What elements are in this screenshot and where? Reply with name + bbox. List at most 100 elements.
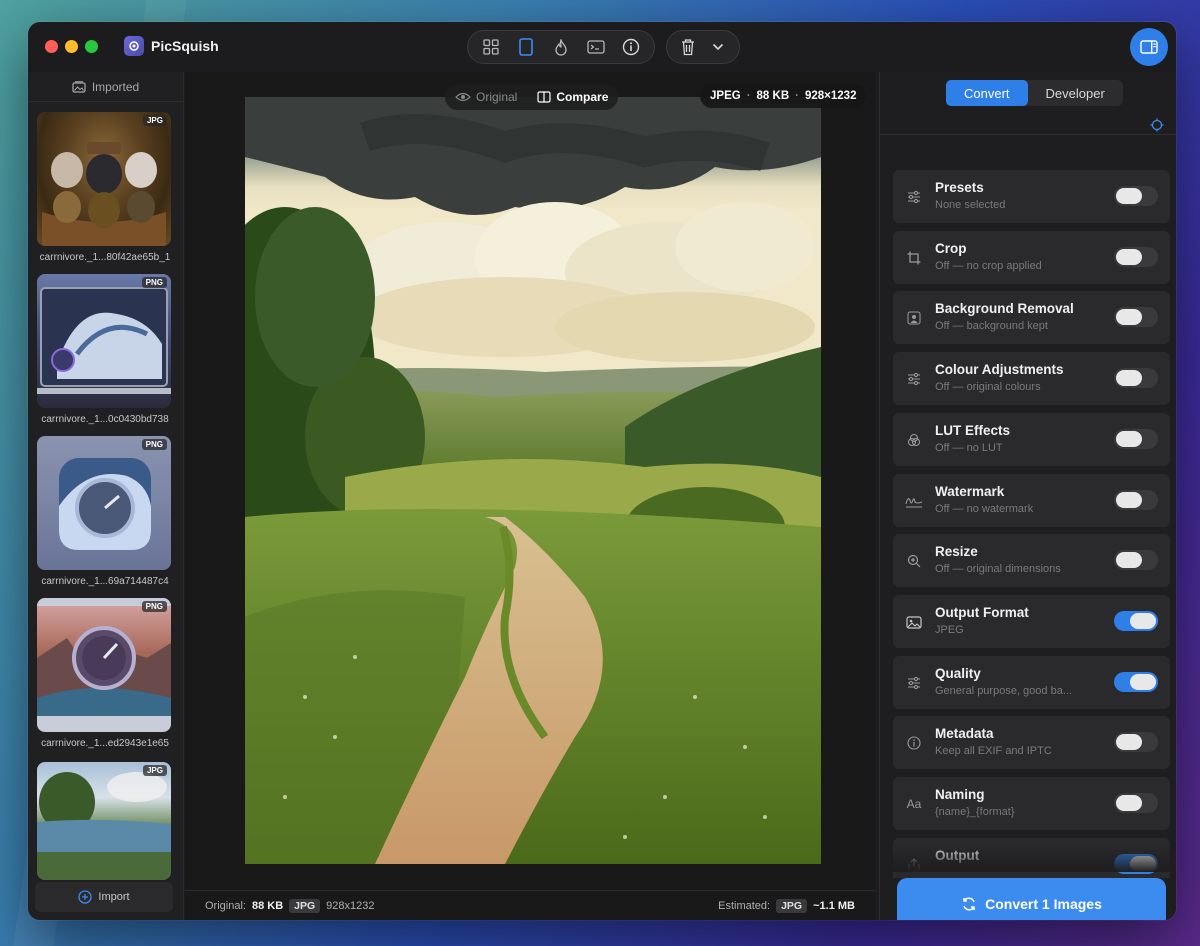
setting-toggle[interactable] bbox=[1114, 793, 1158, 813]
single-view-button[interactable] bbox=[509, 32, 544, 62]
setting-toggle[interactable] bbox=[1114, 671, 1158, 692]
close-window-button[interactable] bbox=[45, 40, 58, 53]
eye-icon bbox=[455, 92, 471, 102]
format-badge: JPG bbox=[142, 115, 167, 126]
setting-colour-adjustments[interactable]: Colour Adjustments Off — original colours bbox=[893, 352, 1170, 406]
setting-metadata[interactable]: Metadata Keep all EXIF and IPTC bbox=[893, 716, 1170, 770]
zoom-window-button[interactable] bbox=[85, 40, 98, 53]
grid-icon bbox=[483, 39, 500, 55]
single-view-icon bbox=[519, 38, 533, 56]
convert-button[interactable]: Convert 1 Images bbox=[897, 878, 1166, 920]
setting-toggle[interactable] bbox=[1114, 368, 1158, 389]
image-list-item[interactable]: JPG carrnivore._1...80f42ae65b_1 bbox=[35, 112, 175, 263]
setting-toggle[interactable] bbox=[1114, 307, 1158, 328]
setting-output-format[interactable]: Output Format JPEG bbox=[893, 594, 1170, 648]
toggle-knob bbox=[1116, 370, 1142, 387]
chevron-down-icon bbox=[713, 43, 724, 51]
toggle-knob bbox=[1116, 188, 1142, 204]
setting-resize[interactable]: Resize Off — original dimensions bbox=[893, 534, 1170, 588]
image-list-item[interactable]: PNG carrnivore._1...ed2943e1e65 bbox=[35, 598, 175, 749]
grid-view-button[interactable] bbox=[474, 32, 509, 62]
setting-title: LUT Effects bbox=[935, 422, 1011, 438]
setting-title: Output Format bbox=[935, 604, 1029, 620]
divider bbox=[880, 134, 1176, 135]
info-button[interactable] bbox=[613, 32, 648, 62]
setting-subtitle: Off — no watermark bbox=[935, 502, 1034, 515]
sidebar-toggle-button[interactable] bbox=[1130, 28, 1168, 66]
setting-subtitle: {name}_{format} bbox=[935, 806, 1015, 818]
flame-icon bbox=[555, 38, 567, 56]
original-view-button[interactable]: Original bbox=[445, 84, 527, 110]
sliders-icon bbox=[905, 674, 923, 692]
format-badge: PNG bbox=[141, 601, 167, 612]
image-preview[interactable] bbox=[245, 97, 821, 864]
original-dimensions: 928x1232 bbox=[326, 899, 375, 912]
original-label: Original bbox=[476, 90, 518, 104]
crop-icon bbox=[905, 249, 923, 267]
imported-header: Imported bbox=[28, 72, 183, 102]
app-logo-icon bbox=[124, 36, 144, 56]
app-window: PicSquish Imported JPG carrnivore._1...8… bbox=[28, 22, 1176, 920]
terminal-button[interactable] bbox=[578, 32, 613, 62]
image-meta-badge: JPEG · 88 KB · 928×1232 bbox=[700, 84, 867, 108]
setting-lut-effects[interactable]: LUT Effects Off — no LUT bbox=[893, 412, 1170, 466]
image-list-item[interactable]: PNG carrnivore._1...69a714487c4 bbox=[35, 436, 175, 587]
setting-naming[interactable]: Aa Naming {name}_{format} bbox=[893, 777, 1170, 830]
setting-subtitle: Keep all EXIF and IPTC bbox=[935, 745, 1052, 758]
toggle-knob bbox=[1116, 734, 1142, 751]
setting-toggle[interactable] bbox=[1114, 186, 1158, 206]
setting-subtitle: Off — background kept bbox=[935, 320, 1048, 333]
plus-circle-icon bbox=[78, 890, 93, 904]
delete-button[interactable] bbox=[673, 32, 704, 62]
toggle-knob bbox=[1116, 795, 1142, 811]
meta-size: 88 KB bbox=[756, 90, 790, 102]
original-info: Original: 88 KB JPG 928x1232 bbox=[205, 898, 375, 913]
toggle-knob bbox=[1116, 491, 1142, 508]
image-list-item[interactable]: PNG carrnivore._1...0c0430bd738 bbox=[35, 274, 175, 425]
mode-segmented-control: Convert Developer bbox=[946, 80, 1123, 106]
original-size: 88 KB bbox=[251, 899, 284, 912]
thumbnail: JPG bbox=[37, 762, 171, 880]
status-bar: Original: 88 KB JPG 928x1232 Estimated: … bbox=[185, 890, 875, 920]
estimated-size: ~1.1 MB bbox=[813, 899, 855, 912]
setting-toggle[interactable] bbox=[1114, 246, 1158, 267]
setting-quality[interactable]: Quality General purpose, good ba... bbox=[893, 655, 1170, 709]
setting-background-removal[interactable]: Background Removal Off — background kept bbox=[893, 291, 1170, 345]
tab-convert[interactable]: Convert bbox=[946, 80, 1028, 106]
import-label: Import bbox=[98, 891, 130, 903]
setting-toggle[interactable] bbox=[1114, 428, 1158, 449]
compare-toggle: Original Compare bbox=[445, 84, 619, 110]
setting-toggle[interactable] bbox=[1114, 732, 1158, 753]
image-list-item[interactable]: JPG bbox=[35, 762, 175, 880]
setting-toggle[interactable] bbox=[1114, 610, 1158, 631]
sidebar-right-icon bbox=[1140, 40, 1158, 54]
tab-developer[interactable]: Developer bbox=[1028, 80, 1123, 106]
setting-presets[interactable]: Presets None selected bbox=[893, 170, 1170, 223]
import-button[interactable]: Import bbox=[35, 882, 173, 912]
minimize-window-button[interactable] bbox=[65, 40, 78, 53]
setting-toggle[interactable] bbox=[1114, 489, 1158, 510]
convert-label: Convert 1 Images bbox=[985, 896, 1102, 912]
view-toolbar bbox=[467, 30, 655, 64]
flame-button[interactable] bbox=[544, 32, 579, 62]
original-format-chip: JPG bbox=[289, 898, 321, 913]
estimated-format-chip: JPG bbox=[776, 898, 808, 913]
setting-subtitle: JPEG bbox=[935, 623, 964, 636]
setting-subtitle: Off — original dimensions bbox=[935, 563, 1061, 576]
format-badge: PNG bbox=[141, 439, 167, 450]
setting-watermark[interactable]: Watermark Off — no watermark bbox=[893, 473, 1170, 527]
thumbnail-filename: carrnivore._1...69a714487c4 bbox=[41, 576, 169, 587]
setting-title: Crop bbox=[935, 240, 967, 256]
setting-crop[interactable]: Crop Off — no crop applied bbox=[893, 230, 1170, 284]
text-aa-icon: Aa bbox=[906, 797, 922, 811]
photos-icon bbox=[72, 80, 86, 93]
setting-subtitle: Off — no LUT bbox=[935, 441, 1003, 454]
thumbnail: JPG bbox=[37, 112, 171, 246]
more-actions-button[interactable] bbox=[704, 32, 733, 62]
setting-toggle[interactable] bbox=[1114, 550, 1158, 571]
lut-icon bbox=[905, 431, 923, 449]
setting-title: Metadata bbox=[935, 726, 994, 742]
toggle-knob bbox=[1130, 673, 1156, 690]
compare-view-button[interactable]: Compare bbox=[527, 84, 618, 110]
toggle-knob bbox=[1116, 430, 1142, 447]
